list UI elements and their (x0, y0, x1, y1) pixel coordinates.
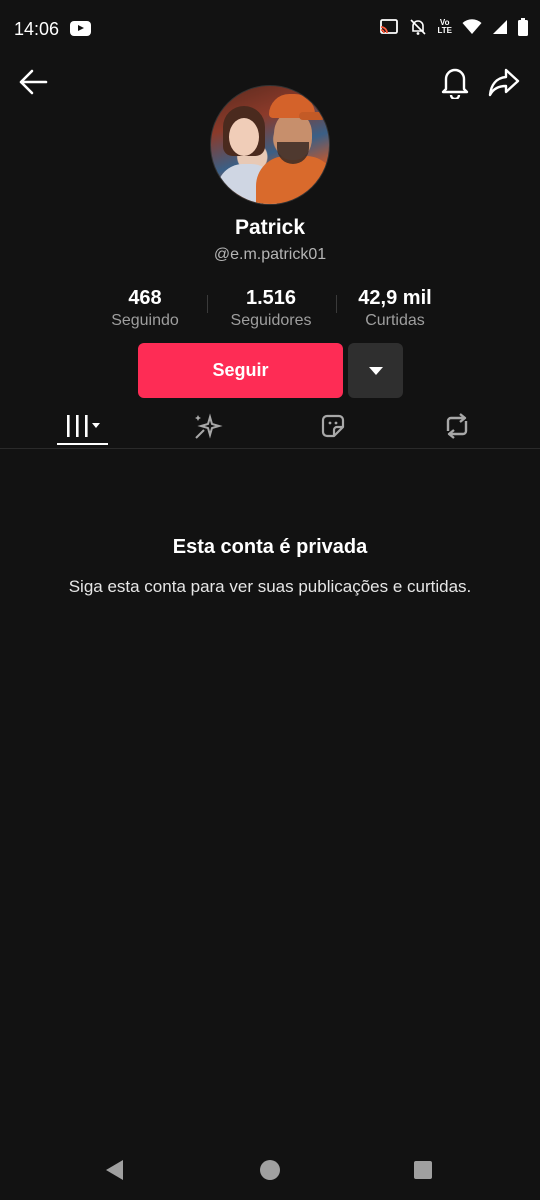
reposts-sparkle-icon (195, 413, 223, 439)
signal-icon (493, 20, 507, 34)
avatar[interactable] (210, 85, 330, 205)
volte-icon: Vo LTE (437, 18, 452, 35)
cast-icon (380, 19, 399, 34)
active-tab-indicator (57, 443, 108, 445)
stat-following[interactable]: 468 Seguindo (82, 287, 208, 330)
stat-label: Seguindo (111, 312, 179, 329)
caret-down-icon (368, 366, 383, 375)
share-arrow-icon[interactable] (488, 66, 520, 98)
profile-handle: @e.m.patrick01 (213, 246, 327, 263)
tab-reposts[interactable] (165, 403, 251, 449)
status-time: 14:06 (14, 19, 60, 39)
stat-value: 42,9 mil (358, 287, 432, 309)
nav-home-icon[interactable] (260, 1160, 280, 1180)
battery-icon (518, 18, 528, 36)
repost-arrows-icon (446, 413, 468, 439)
notification-bell-icon[interactable] (440, 65, 470, 99)
bell-off-icon (410, 19, 427, 35)
wifi-icon (462, 19, 482, 34)
suggestions-dropdown-button[interactable] (348, 343, 403, 398)
tab-repost[interactable] (414, 403, 500, 449)
stat-followers[interactable]: 1.516 Seguidores (208, 287, 334, 330)
stat-value: 468 (128, 287, 162, 309)
follow-button[interactable]: Seguir (138, 343, 343, 398)
stat-likes[interactable]: 42,9 mil Curtidas (332, 287, 458, 330)
tab-stickers[interactable] (290, 403, 376, 449)
stat-label: Curtidas (365, 312, 425, 329)
videos-grid-icon (67, 415, 100, 437)
sticker-icon (321, 414, 345, 438)
status-bar: 14:06 Vo LTE (0, 0, 540, 60)
private-account-title: Esta conta é privada (172, 536, 368, 558)
profile-stats: 468 Seguindo 1.516 Seguidores 42,9 mil C… (80, 287, 460, 331)
youtube-icon (70, 21, 91, 36)
nav-back-icon[interactable] (106, 1160, 123, 1180)
stat-value: 1.516 (245, 287, 297, 309)
back-arrow-icon[interactable] (18, 66, 48, 98)
status-icons: Vo LTE (379, 18, 528, 36)
private-account-subtitle: Siga esta conta para ver suas publicaçõe… (68, 577, 472, 596)
stat-label: Seguidores (230, 312, 312, 329)
profile-name: Patrick (234, 216, 306, 239)
nav-recents-icon[interactable] (414, 1161, 432, 1179)
